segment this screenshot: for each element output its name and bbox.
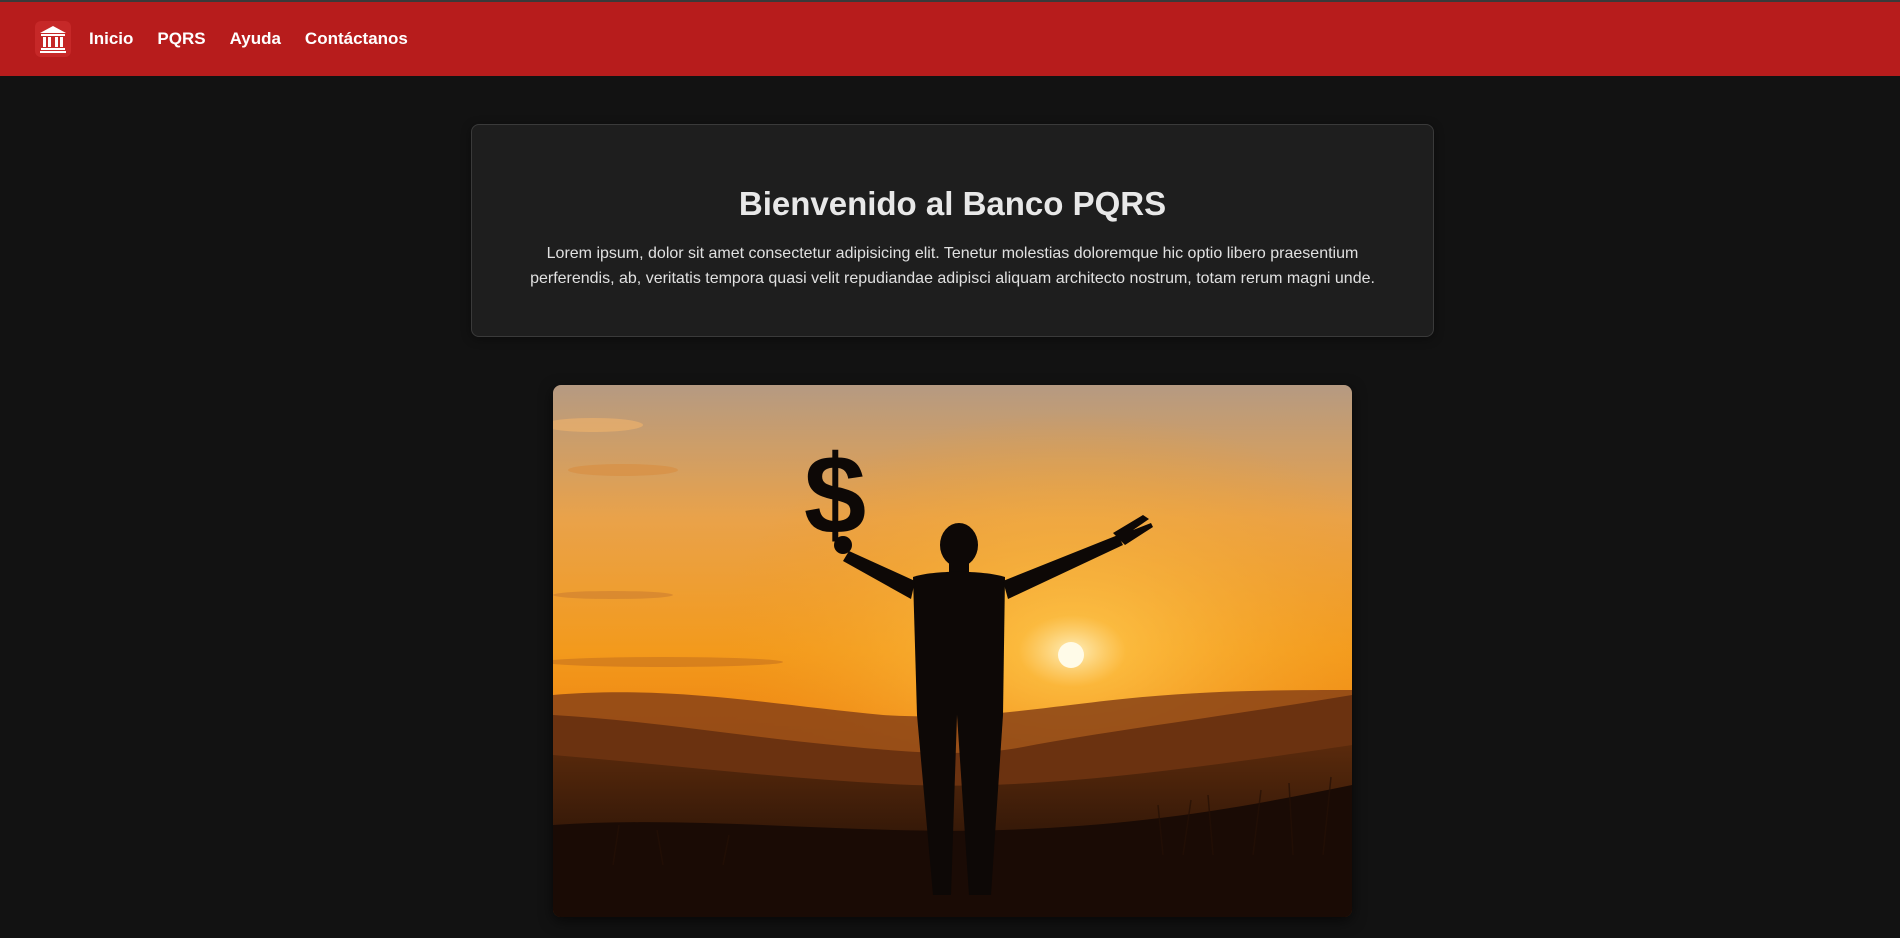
nav-pqrs[interactable]: PQRS	[157, 29, 205, 49]
bank-icon	[40, 26, 66, 53]
nav-ayuda[interactable]: Ayuda	[230, 29, 281, 49]
top-navbar: Inicio PQRS Ayuda Contáctanos	[0, 0, 1900, 76]
bank-logo[interactable]	[35, 21, 71, 57]
nav-inicio[interactable]: Inicio	[89, 29, 133, 49]
welcome-text: Lorem ipsum, dolor sit amet consectetur …	[530, 245, 1375, 287]
page-title: Bienvenido al Banco PQRS	[738, 185, 1167, 222]
main-nav: Inicio PQRS Ayuda Contáctanos	[89, 29, 408, 49]
dollar-symbol: $	[804, 432, 866, 557]
sunset-silhouette-illustration: $	[553, 385, 1352, 917]
welcome-card: Bienvenido al Banco PQRS Lorem ipsum, do…	[471, 124, 1434, 337]
nav-contactanos[interactable]: Contáctanos	[305, 29, 408, 49]
banner-image: $	[553, 385, 1352, 917]
